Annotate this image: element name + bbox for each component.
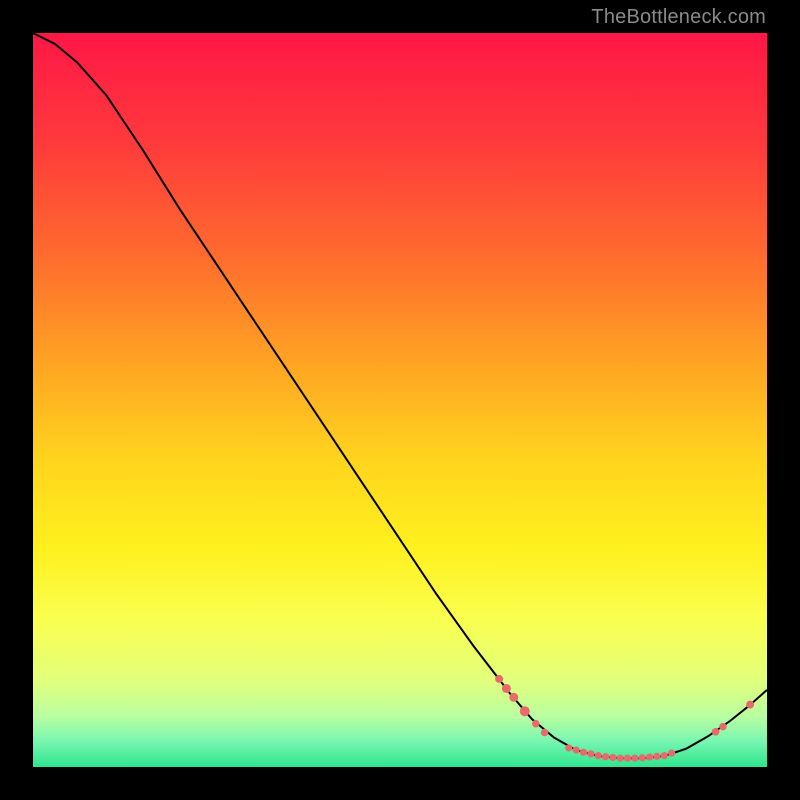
- plot-frame: [32, 32, 768, 768]
- curve-markers: [495, 675, 754, 762]
- watermark-text: TheBottleneck.com: [591, 6, 766, 29]
- curve-marker: [646, 753, 653, 760]
- curve-marker: [602, 753, 609, 760]
- chart-stage: TheBottleneck.com: [0, 0, 800, 800]
- curve-marker: [719, 723, 727, 731]
- curve-marker: [520, 706, 530, 716]
- curve-marker: [712, 728, 720, 736]
- curve-marker: [587, 750, 594, 757]
- curve-marker: [541, 729, 549, 737]
- curve-marker: [502, 684, 511, 693]
- curve-marker: [617, 755, 624, 762]
- curve-marker: [573, 747, 580, 754]
- curve-layer: [33, 33, 767, 767]
- curve-marker: [653, 753, 660, 760]
- curve-marker: [580, 749, 587, 756]
- curve-marker: [624, 755, 631, 762]
- curve-marker: [639, 754, 646, 761]
- curve-marker: [565, 744, 572, 751]
- bottleneck-curve: [33, 33, 767, 758]
- curve-marker: [746, 701, 754, 709]
- curve-marker: [595, 752, 602, 759]
- curve-marker: [509, 693, 518, 702]
- curve-marker: [661, 752, 668, 759]
- curve-marker: [668, 749, 675, 756]
- curve-marker: [631, 755, 638, 762]
- curve-marker: [609, 754, 616, 761]
- curve-marker: [532, 720, 540, 728]
- curve-marker: [495, 675, 503, 683]
